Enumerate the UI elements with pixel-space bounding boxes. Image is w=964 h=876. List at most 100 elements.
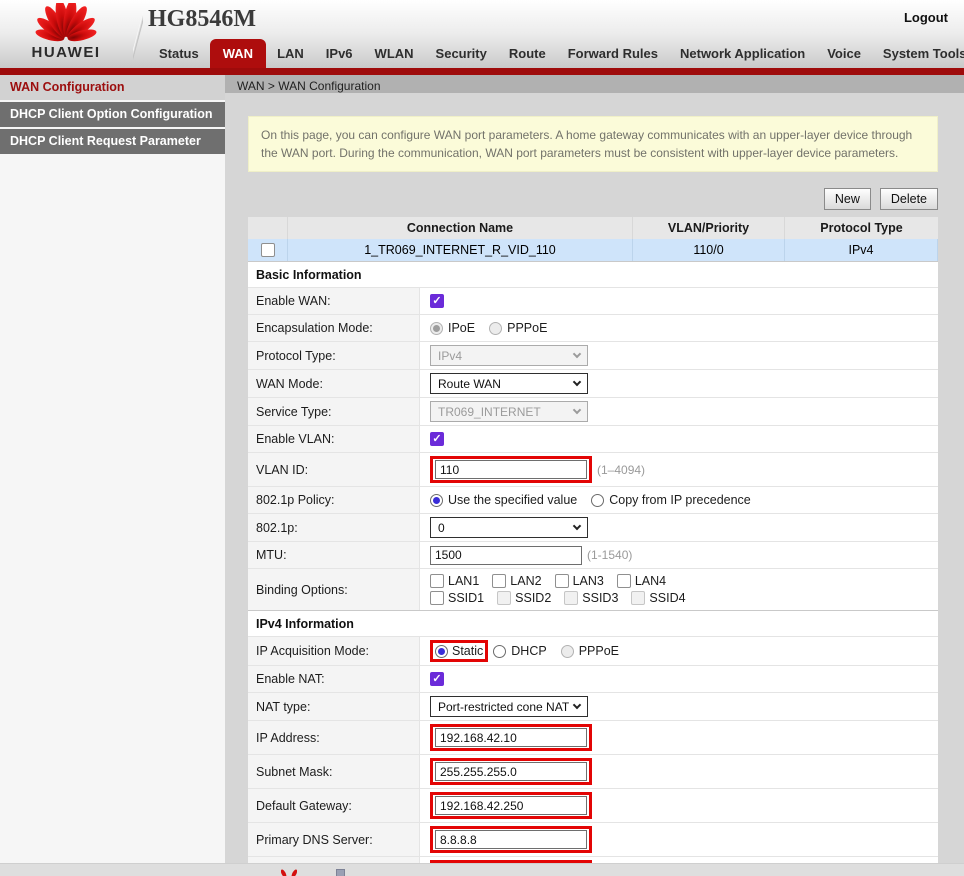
subnet-mask-input[interactable]	[435, 762, 587, 781]
lan3-checkbox[interactable]	[555, 574, 569, 588]
use-specified-value-label: Use the specified value	[448, 493, 577, 507]
binding-options-label: Binding Options:	[248, 569, 420, 610]
row-ip-address: IP Address:	[248, 720, 938, 754]
default-gateway-input[interactable]	[435, 796, 587, 815]
ipoe-radio[interactable]	[430, 322, 443, 335]
vlan-id-hint: (1–4094)	[597, 463, 645, 477]
pppoe-radio[interactable]	[489, 322, 502, 335]
vlan-id-input[interactable]	[435, 460, 587, 479]
static-option-label: Static	[452, 644, 483, 658]
brand-text: HUAWEI	[12, 45, 120, 60]
row-protocol-type: Protocol Type: IPv4	[248, 341, 938, 369]
ssid3-checkbox[interactable]	[564, 591, 578, 605]
8021p-select[interactable]: 0	[430, 517, 588, 538]
row-enable-wan: Enable WAN: ✓	[248, 287, 938, 314]
sidebar-item-dhcp-client-option[interactable]: DHCP Client Option Configuration	[0, 102, 225, 127]
enable-nat-checkbox[interactable]: ✓	[430, 672, 444, 686]
ssid2-checkbox[interactable]	[497, 591, 511, 605]
copy-ip-precedence-radio[interactable]	[591, 494, 604, 507]
chevron-down-icon	[573, 406, 581, 414]
row-service-type: Service Type: TR069_INTERNET	[248, 397, 938, 425]
ip-address-highlight	[430, 724, 592, 751]
lan-binding-group: LAN1 LAN2 LAN3 LAN4	[430, 574, 675, 588]
static-radio[interactable]	[435, 645, 448, 658]
tab-system-tools[interactable]: System Tools	[872, 41, 964, 68]
chevron-down-icon	[573, 378, 581, 386]
section-basic-information: Basic Information	[248, 261, 938, 287]
subnet-mask-highlight	[430, 758, 592, 785]
enable-wan-checkbox[interactable]: ✓	[430, 294, 444, 308]
breadcrumb: WAN > WAN Configuration	[225, 75, 964, 93]
config-panel: Connection Name VLAN/Priority Protocol T…	[248, 217, 938, 876]
row-mtu: MTU: (1-1540)	[248, 541, 938, 568]
logout-link[interactable]: Logout	[904, 10, 948, 25]
table-toolbar: New Delete	[248, 188, 938, 210]
page-notice: On this page, you can configure WAN port…	[248, 116, 938, 172]
8021p-policy-label: 802.1p Policy:	[248, 487, 420, 513]
new-button[interactable]: New	[824, 188, 871, 210]
header-checkbox-col	[248, 217, 288, 239]
chevron-down-icon	[573, 522, 581, 530]
lan4-checkbox[interactable]	[617, 574, 631, 588]
row-select-checkbox[interactable]	[261, 243, 275, 257]
row-binding-options: Binding Options: LAN1 LAN2 LAN3 LAN4 SSI…	[248, 568, 938, 610]
row-vlan-id: VLAN ID: (1–4094)	[248, 452, 938, 486]
ip-address-label: IP Address:	[248, 721, 420, 754]
service-type-select[interactable]: TR069_INTERNET	[430, 401, 588, 422]
chevron-down-icon	[573, 350, 581, 358]
primary-dns-input[interactable]	[435, 830, 587, 849]
tab-wan[interactable]: WAN	[210, 39, 266, 68]
ip-acquisition-mode-label: IP Acquisition Mode:	[248, 637, 420, 665]
tab-route[interactable]: Route	[498, 41, 557, 68]
tab-network-application[interactable]: Network Application	[669, 41, 816, 68]
tab-status[interactable]: Status	[148, 41, 210, 68]
row-enable-vlan: Enable VLAN: ✓	[248, 425, 938, 452]
row-enable-nat: Enable NAT: ✓	[248, 665, 938, 692]
sidebar-item-dhcp-client-request[interactable]: DHCP Client Request Parameter	[0, 129, 225, 154]
protocol-type-label: Protocol Type:	[248, 342, 420, 369]
vlan-id-label: VLAN ID:	[248, 453, 420, 486]
sidebar: WAN Configuration DHCP Client Option Con…	[0, 75, 225, 876]
ssid-binding-group: SSID1 SSID2 SSID3 SSID4	[430, 591, 695, 605]
connection-table-row[interactable]: 1_TR069_INTERNET_R_VID_110 110/0 IPv4	[248, 239, 938, 261]
lan3-label: LAN3	[573, 574, 604, 588]
lan2-label: LAN2	[510, 574, 541, 588]
row-8021p-policy: 802.1p Policy: Use the specified value C…	[248, 486, 938, 513]
footer-strip	[0, 863, 964, 876]
protocol-type-select[interactable]: IPv4	[430, 345, 588, 366]
lan1-label: LAN1	[448, 574, 479, 588]
ssid4-checkbox[interactable]	[631, 591, 645, 605]
row-default-gateway: Default Gateway:	[248, 788, 938, 822]
ipoe-option-label: IPoE	[448, 321, 475, 335]
sidebar-item-wan-configuration[interactable]: WAN Configuration	[0, 75, 225, 100]
lan2-checkbox[interactable]	[492, 574, 506, 588]
ssid2-label: SSID2	[515, 591, 551, 605]
row-subnet-mask: Subnet Mask:	[248, 754, 938, 788]
dhcp-radio[interactable]	[493, 645, 506, 658]
col-vlan-priority: VLAN/Priority	[633, 217, 785, 239]
nat-type-label: NAT type:	[248, 693, 420, 720]
tab-forward-rules[interactable]: Forward Rules	[557, 41, 669, 68]
tab-ipv6[interactable]: IPv6	[315, 41, 364, 68]
wan-mode-label: WAN Mode:	[248, 370, 420, 397]
ip-pppoe-radio[interactable]	[561, 645, 574, 658]
wan-mode-select[interactable]: Route WAN	[430, 373, 588, 394]
enable-vlan-label: Enable VLAN:	[248, 426, 420, 452]
tab-voice[interactable]: Voice	[816, 41, 872, 68]
page-layout: WAN Configuration DHCP Client Option Con…	[0, 75, 964, 876]
mtu-input[interactable]	[430, 546, 582, 565]
nat-type-select[interactable]: Port-restricted cone NAT	[430, 696, 588, 717]
use-specified-value-radio[interactable]	[430, 494, 443, 507]
cell-connection-name: 1_TR069_INTERNET_R_VID_110	[288, 239, 633, 261]
ip-address-input[interactable]	[435, 728, 587, 747]
primary-dns-highlight	[430, 826, 592, 853]
delete-button[interactable]: Delete	[880, 188, 938, 210]
tab-security[interactable]: Security	[425, 41, 498, 68]
row-8021p: 802.1p: 0	[248, 513, 938, 541]
tab-lan[interactable]: LAN	[266, 41, 315, 68]
lan1-checkbox[interactable]	[430, 574, 444, 588]
enable-vlan-checkbox[interactable]: ✓	[430, 432, 444, 446]
ssid1-checkbox[interactable]	[430, 591, 444, 605]
tab-wlan[interactable]: WLAN	[364, 41, 425, 68]
row-primary-dns: Primary DNS Server:	[248, 822, 938, 856]
